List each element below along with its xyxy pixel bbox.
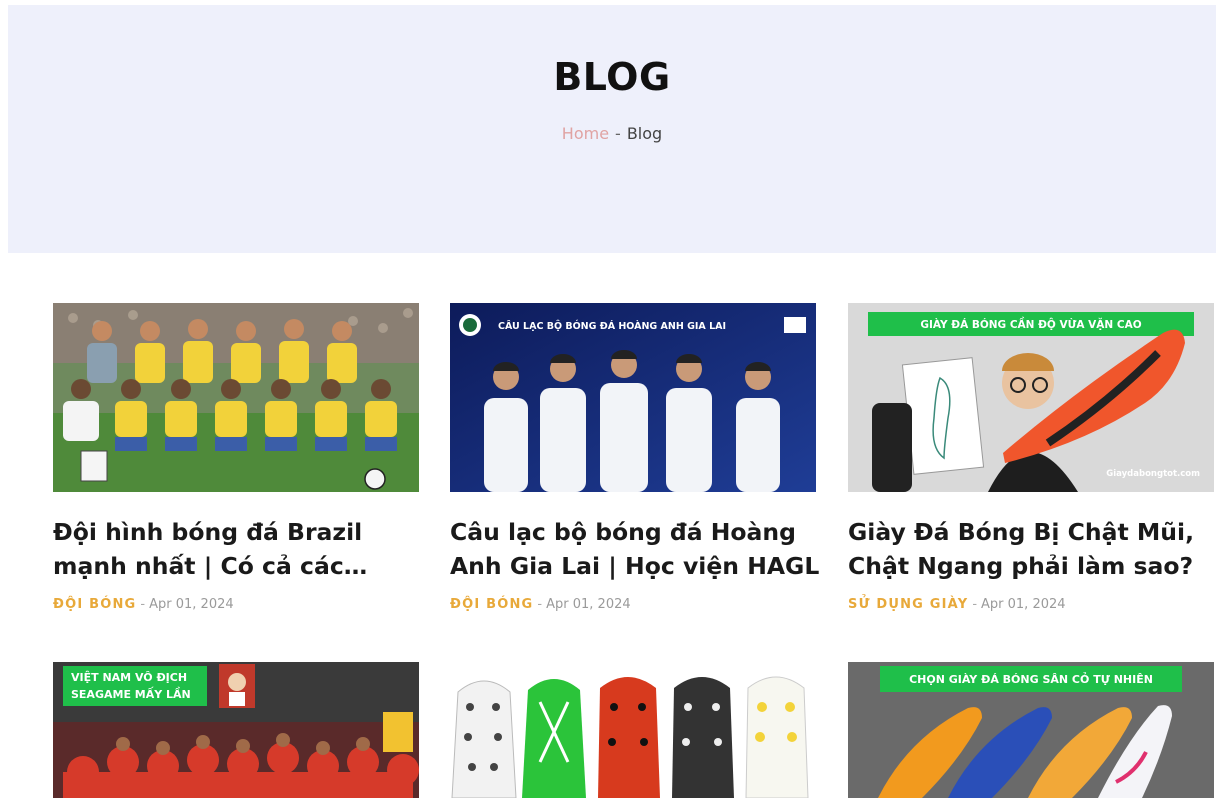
post-card: VIỆT NAM VÔ ĐỊCH SEAGAME MẤY LẦN: [53, 662, 419, 798]
breadcrumb-current: Blog: [626, 124, 663, 143]
post-card: Đội hình bóng đá Brazil mạnh nhất | Có c…: [53, 303, 419, 623]
post-title[interactable]: Đội hình bóng đá Brazil mạnh nhất | Có c…: [53, 515, 423, 583]
tight-boots-photo: GIÀY ĐÁ BÓNG CẦN ĐỘ VỪA VẶN CAO Giaydabo…: [848, 303, 1214, 492]
natural-grass-banner-text: CHỌN GIÀY ĐÁ BÓNG SÂN CỎ TỰ NHIÊN: [909, 672, 1153, 686]
watermark-text: Giaydabongtot.com: [1106, 469, 1200, 479]
post-thumbnail-seagame[interactable]: VIỆT NAM VÔ ĐỊCH SEAGAME MẤY LẦN: [53, 662, 419, 798]
post-category[interactable]: ĐỘI BÓNG: [450, 597, 533, 612]
post-thumbnail-brazil[interactable]: [53, 303, 419, 492]
page-header: BLOG Home - Blog: [8, 5, 1216, 253]
post-date: Apr 01, 2024: [546, 597, 631, 612]
post-card: CÂU LẠC BỘ BÓNG ĐÁ HOÀNG ANH GIA LAI Câu…: [450, 303, 819, 623]
seagame-banner-line2: SEAGAME MẤY LẦN: [71, 686, 191, 701]
vietnam-seagame-photo: VIỆT NAM VÔ ĐỊCH SEAGAME MẤY LẦN: [53, 662, 419, 798]
post-card: [450, 662, 816, 798]
meta-separator: -: [972, 597, 978, 612]
post-category[interactable]: ĐỘI BÓNG: [53, 597, 136, 612]
post-thumbnail-hagl[interactable]: CÂU LẠC BỘ BÓNG ĐÁ HOÀNG ANH GIA LAI: [450, 303, 816, 492]
post-meta: SỬ DỤNG GIÀY - Apr 01, 2024: [848, 597, 1066, 612]
post-thumbnail-boot-soles[interactable]: [450, 662, 816, 798]
post-meta: ĐỘI BÓNG - Apr 01, 2024: [450, 597, 631, 612]
post-card: CHỌN GIÀY ĐÁ BÓNG SÂN CỎ TỰ NHIÊN: [848, 662, 1214, 798]
boot-soles-photo: [450, 662, 816, 798]
seagame-banner-line1: VIỆT NAM VÔ ĐỊCH: [71, 671, 187, 684]
tight-boots-banner-text: GIÀY ĐÁ BÓNG CẦN ĐỘ VỪA VẶN CAO: [920, 317, 1141, 331]
brazil-team-photo: [53, 303, 419, 492]
hagl-players-photo: CÂU LẠC BỘ BÓNG ĐÁ HOÀNG ANH GIA LAI: [450, 303, 816, 492]
post-meta: ĐỘI BÓNG - Apr 01, 2024: [53, 597, 234, 612]
breadcrumb: Home - Blog: [8, 124, 1216, 143]
breadcrumb-home-link[interactable]: Home: [562, 124, 609, 143]
meta-separator: -: [140, 597, 146, 612]
natural-grass-boots-photo: CHỌN GIÀY ĐÁ BÓNG SÂN CỎ TỰ NHIÊN: [848, 662, 1214, 798]
meta-separator: -: [537, 597, 543, 612]
post-date: Apr 01, 2024: [981, 597, 1066, 612]
post-thumbnail-tight-boots[interactable]: GIÀY ĐÁ BÓNG CẦN ĐỘ VỪA VẶN CAO Giaydabo…: [848, 303, 1214, 492]
post-date: Apr 01, 2024: [149, 597, 234, 612]
post-thumbnail-natural-grass[interactable]: CHỌN GIÀY ĐÁ BÓNG SÂN CỎ TỰ NHIÊN: [848, 662, 1214, 798]
post-title[interactable]: Giày Đá Bóng Bị Chật Mũi, Chật Ngang phả…: [848, 515, 1216, 583]
hagl-banner-text: CÂU LẠC BỘ BÓNG ĐÁ HOÀNG ANH GIA LAI: [498, 320, 726, 332]
post-category[interactable]: SỬ DỤNG GIÀY: [848, 597, 968, 612]
page-title: BLOG: [553, 55, 671, 99]
post-card: GIÀY ĐÁ BÓNG CẦN ĐỘ VỪA VẶN CAO Giaydabo…: [848, 303, 1214, 623]
post-title[interactable]: Câu lạc bộ bóng đá Hoàng Anh Gia Lai | H…: [450, 515, 820, 583]
breadcrumb-separator: -: [615, 124, 621, 143]
